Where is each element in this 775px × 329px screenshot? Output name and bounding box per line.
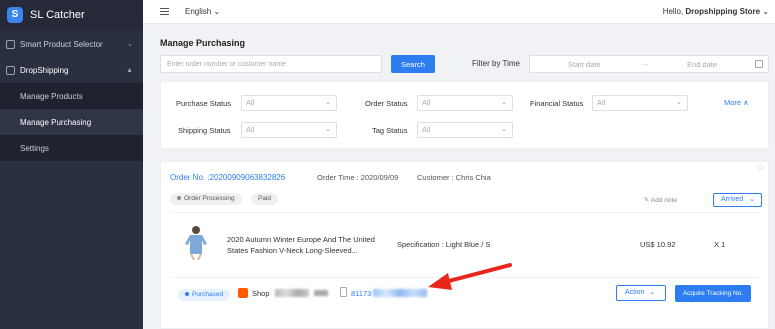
select-value: All bbox=[246, 98, 255, 107]
select-value: All bbox=[246, 125, 255, 134]
financial-status-select[interactable]: All ⌄ bbox=[592, 95, 688, 111]
order-time: Order Time : 2020/09/09 bbox=[317, 173, 399, 182]
purchased-status-tag: Purchased bbox=[178, 289, 231, 301]
financial-status-label: Financial Status bbox=[530, 99, 584, 108]
pencil-icon: ✎ bbox=[644, 197, 650, 204]
sidebar-item-label: Manage Purchasing bbox=[20, 117, 92, 127]
select-value: All bbox=[422, 98, 431, 107]
chevron-down-icon: ⌄ bbox=[749, 196, 756, 203]
language-select[interactable]: English ⌄ bbox=[185, 7, 220, 16]
divider bbox=[170, 212, 759, 213]
tag-status-select[interactable]: All ⌄ bbox=[417, 122, 513, 138]
chevron-down-icon: ⌄ bbox=[501, 126, 507, 133]
page-title: Manage Purchasing bbox=[160, 38, 246, 48]
sidebar-item-manage-purchasing[interactable]: Manage Purchasing bbox=[0, 109, 143, 135]
app-logo[interactable]: S SL Catcher bbox=[0, 0, 143, 29]
search-input[interactable] bbox=[160, 55, 382, 73]
action-label: Action bbox=[625, 289, 645, 296]
product-quantity: X 1 bbox=[714, 240, 726, 249]
order-status-label: Order Status bbox=[365, 99, 408, 108]
sidebar-item-manage-products[interactable]: Manage Products bbox=[0, 83, 143, 109]
order-status-select[interactable]: All ⌄ bbox=[417, 95, 513, 111]
shipping-status-select[interactable]: All ⌄ bbox=[241, 122, 337, 138]
add-note-button[interactable]: ✎ Add note bbox=[644, 196, 677, 204]
tag-label: Paid bbox=[258, 195, 272, 202]
action-dropdown-button[interactable]: Action ⌄ bbox=[616, 285, 666, 301]
end-date[interactable]: End date bbox=[687, 60, 717, 69]
tag-label: Order Processing bbox=[184, 195, 235, 202]
chevron-down-icon: ⌄ bbox=[501, 99, 507, 106]
redacted-shop-text bbox=[314, 290, 328, 296]
supplier-order-number[interactable]: 81173 bbox=[351, 289, 371, 298]
customer-name: Customer : Chris Chia bbox=[417, 173, 491, 182]
box-icon bbox=[6, 65, 15, 75]
tag-status-label: Tag Status bbox=[372, 126, 408, 135]
order-card: Order No. :20200909063832826 Order Time … bbox=[160, 161, 769, 329]
select-value: All bbox=[597, 98, 606, 107]
acquire-tracking-button[interactable]: Acquire Tracking No. bbox=[675, 285, 751, 302]
user-greeting[interactable]: Hello, Dropshipping Store ⌄ bbox=[663, 7, 769, 16]
product-name[interactable]: 2020 Autumn Winter Europe And The United… bbox=[227, 234, 392, 256]
add-note-label: Add note bbox=[650, 197, 677, 204]
chevron-down-icon: ⌄ bbox=[325, 99, 331, 106]
sidebar-item-dropshipping[interactable]: DropShipping ▲ bbox=[0, 57, 143, 83]
redacted-shop-text bbox=[275, 289, 309, 297]
purchase-status-label: Purchase Status bbox=[176, 99, 232, 108]
more-filters-link[interactable]: More ∧ bbox=[724, 98, 749, 107]
filter-panel: Purchase Status All ⌄ Order Status All ⌄ F… bbox=[160, 81, 769, 149]
product-price: US$ 10.92 bbox=[640, 240, 676, 249]
redacted-order-number bbox=[373, 289, 427, 297]
chevron-down-icon: ⌄ bbox=[649, 289, 656, 296]
product-specification: Specification : Light Blue / S bbox=[397, 240, 491, 249]
sidebar-item-label: DropShipping bbox=[20, 65, 69, 75]
greeting-prefix: Hello, bbox=[662, 7, 686, 16]
sidebar-item-label: Smart Product Selector bbox=[20, 39, 103, 49]
select-value: Arrived bbox=[721, 196, 744, 203]
product-thumbnail[interactable] bbox=[180, 224, 212, 260]
chevron-down-icon: ⌄ bbox=[127, 41, 133, 48]
order-number-link[interactable]: Order No. :20200909063832826 bbox=[170, 173, 285, 182]
shipping-status-label: Shipping Status bbox=[178, 126, 231, 135]
tag-label: Purchased bbox=[192, 291, 224, 298]
purchase-status-select[interactable]: All ⌄ bbox=[241, 95, 337, 111]
top-bar: English ⌄ Hello, Dropshipping Store ⌄ bbox=[143, 0, 775, 24]
star-icon[interactable]: ☆ bbox=[757, 162, 765, 173]
sidebar-item-label: Manage Products bbox=[20, 91, 83, 101]
app-name: SL Catcher bbox=[30, 8, 85, 21]
sidebar-item-settings[interactable]: Settings bbox=[0, 135, 143, 161]
order-status-select[interactable]: Arrived ⌄ bbox=[713, 193, 762, 207]
document-icon bbox=[340, 287, 347, 297]
divider bbox=[170, 277, 759, 278]
search-button[interactable]: Search bbox=[391, 55, 435, 73]
supplier-shop-name[interactable]: Shop bbox=[252, 289, 270, 298]
date-range-picker[interactable]: Start date → End date bbox=[529, 55, 769, 73]
chevron-down-icon: ⌄ bbox=[676, 99, 682, 106]
paid-tag: Paid bbox=[251, 193, 279, 205]
grid-icon bbox=[6, 39, 15, 49]
select-value: All bbox=[422, 125, 431, 134]
calendar-icon bbox=[755, 60, 763, 68]
order-processing-tag: Order Processing bbox=[170, 193, 242, 205]
sidebar-item-smart-product-selector[interactable]: Smart Product Selector ⌄ bbox=[0, 31, 143, 57]
store-name: Dropshipping Store bbox=[685, 7, 761, 16]
chevron-down-icon: ⌄ bbox=[762, 7, 769, 16]
start-date[interactable]: Start date bbox=[568, 60, 601, 69]
filter-by-time-label: Filter by Time bbox=[472, 59, 521, 68]
menu-toggle-icon[interactable] bbox=[160, 8, 169, 15]
sidebar: S SL Catcher Smart Product Selector ⌄ Dr… bbox=[0, 0, 143, 329]
aliexpress-icon bbox=[238, 288, 248, 298]
logo-icon: S bbox=[7, 6, 23, 23]
sidebar-item-label: Settings bbox=[20, 143, 49, 153]
arrow-right-icon: → bbox=[641, 59, 649, 68]
chevron-down-icon: ⌄ bbox=[325, 126, 331, 133]
sidebar-submenu: Manage Products Manage Purchasing Settin… bbox=[0, 83, 143, 161]
main-content: Manage Purchasing Search Filter by Time … bbox=[143, 24, 775, 329]
chevron-up-icon: ▲ bbox=[126, 66, 133, 74]
